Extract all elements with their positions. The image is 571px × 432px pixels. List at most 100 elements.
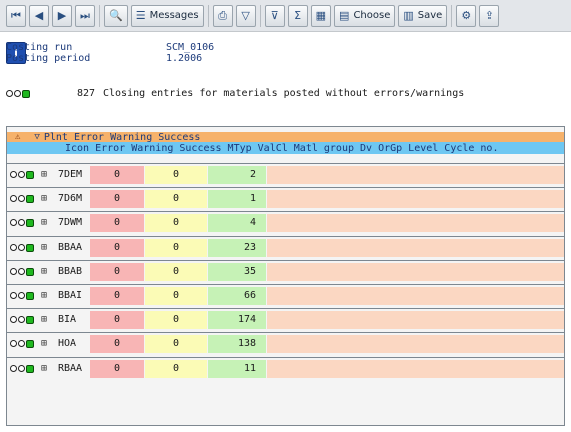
table-row[interactable]: ⊞ HOA 0 0 138 — [7, 332, 564, 354]
magnifier-icon: 🔍 — [109, 9, 123, 22]
costing-run-row: Costing run SCM_0106 — [6, 42, 214, 53]
table-row[interactable]: ⊞ 7DWM 0 0 4 — [7, 211, 564, 233]
filter-icon[interactable]: ▽ — [34, 132, 39, 142]
table-row[interactable]: ⊞ 7D6M 0 0 1 — [7, 187, 564, 209]
choose-button-label: Choose — [353, 10, 391, 21]
error-count-cell: 0 — [90, 310, 144, 329]
material-list-icon[interactable]: ⊞ — [36, 242, 52, 253]
error-count-cell: 0 — [90, 262, 144, 281]
traffic-light-green-icon — [10, 315, 36, 324]
sum-button[interactable]: Σ — [287, 4, 308, 27]
empty-detail-cell — [267, 310, 564, 329]
results-grid: ⚠ ▽ Plnt Error Warning Success Icon Erro… — [6, 126, 565, 426]
first-page-icon: ⏮ — [11, 8, 21, 22]
warning-count-cell: 0 — [145, 286, 207, 305]
toolbar-separator — [99, 4, 100, 27]
next-page-button[interactable]: ▶ — [52, 4, 72, 27]
success-count-cell: 2 — [208, 165, 266, 184]
settings-icon: ⚙ — [461, 9, 472, 22]
plant-cell: RBAA — [58, 363, 83, 374]
table-row[interactable]: ⊞ RBAA 0 0 11 — [7, 357, 564, 379]
warning-count-cell: 0 — [145, 262, 207, 281]
plant-cell: 7DEM — [58, 169, 83, 180]
material-list-icon[interactable]: ⊞ — [36, 266, 52, 277]
grid-header-row-1: ⚠ ▽ Plnt Error Warning Success — [7, 131, 564, 143]
success-count-cell: 66 — [208, 286, 266, 305]
previous-page-button[interactable]: ◀ — [29, 4, 49, 27]
print-button[interactable]: ⎙ — [212, 4, 233, 27]
run-info: Costing run SCM_0106 Posting period 1.20… — [6, 42, 214, 64]
material-list-icon[interactable]: ⊞ — [36, 217, 52, 228]
warning-count-cell: 0 — [145, 359, 207, 378]
success-count-cell: 138 — [208, 334, 266, 353]
empty-detail-cell — [267, 213, 564, 232]
filter-button[interactable]: ▽ — [235, 4, 256, 27]
warning-count-cell: 0 — [145, 334, 207, 353]
traffic-light-green-icon — [10, 364, 36, 373]
next-page-icon: ▶ — [57, 9, 67, 22]
warning-icon[interactable]: ⚠ — [15, 132, 20, 142]
material-list-icon[interactable]: ⊞ — [36, 363, 52, 374]
messages-icon: ☰ — [135, 9, 146, 22]
layout-button[interactable]: ▦ — [310, 4, 332, 27]
save-button-label: Save — [417, 10, 443, 21]
table-row[interactable]: ⊞ BBAB 0 0 35 — [7, 260, 564, 282]
plant-cell: BIA — [58, 314, 77, 325]
material-list-icon[interactable]: ⊞ — [36, 169, 52, 180]
last-page-button[interactable]: ⏭ — [75, 4, 95, 27]
error-count-cell: 0 — [90, 189, 144, 208]
error-count-cell: 0 — [90, 213, 144, 232]
layout-icon: ▦ — [315, 9, 327, 22]
traffic-light-green-icon — [10, 170, 36, 179]
summary-line: 827 Closing entries for materials posted… — [6, 88, 464, 99]
posting-period-value: 1.2006 — [166, 53, 203, 64]
plant-cell: 7D6M — [58, 193, 83, 204]
warning-count-cell: 0 — [145, 189, 207, 208]
warning-count-cell: 0 — [145, 165, 207, 184]
header-row-1-text: Plnt Error Warning Success — [43, 131, 201, 143]
toolbar-separator — [259, 4, 261, 27]
empty-detail-cell — [267, 334, 564, 353]
material-list-icon[interactable]: ⊞ — [36, 193, 52, 204]
filter-options-icon: ⊽ — [270, 9, 279, 22]
table-row[interactable]: ⊞ BIA 0 0 174 — [7, 308, 564, 330]
summary-message: Closing entries for materials posted wit… — [103, 88, 465, 99]
first-page-button[interactable]: ⏮ — [6, 4, 26, 27]
plant-cell: BBAI — [58, 290, 83, 301]
save-button[interactable]: ▥ Save — [398, 4, 448, 27]
filter-icon: ▽ — [241, 9, 250, 22]
table-row[interactable]: ⊞ 7DEM 0 0 2 — [7, 163, 564, 185]
traffic-light-green-icon — [10, 243, 36, 252]
export-button[interactable]: ⇪ — [479, 4, 500, 27]
settings-button[interactable]: ⚙ — [456, 4, 477, 27]
material-list-icon[interactable]: ⊞ — [36, 314, 52, 325]
save-layout-icon: ▥ — [403, 9, 414, 22]
error-count-cell: 0 — [90, 238, 144, 257]
choose-layout-icon: ▤ — [339, 9, 350, 22]
traffic-light-green-icon — [10, 194, 36, 203]
messages-button[interactable]: ☰ Messages — [130, 4, 204, 27]
traffic-light-green-icon — [10, 291, 36, 300]
costing-run-label: Costing run — [6, 42, 73, 53]
export-icon: ⇪ — [484, 9, 494, 22]
find-button[interactable]: 🔍 — [104, 4, 128, 27]
posting-period-row: Posting period 1.2006 — [6, 53, 214, 64]
success-count-cell: 174 — [208, 310, 266, 329]
warning-count-cell: 0 — [145, 213, 207, 232]
table-row[interactable]: ⊞ BBAA 0 0 23 — [7, 236, 564, 258]
error-count-cell: 0 — [90, 286, 144, 305]
empty-detail-cell — [267, 189, 564, 208]
empty-detail-cell — [267, 262, 564, 281]
empty-detail-cell — [267, 165, 564, 184]
table-row[interactable]: ⊞ BBAI 0 0 66 — [7, 284, 564, 306]
material-list-icon[interactable]: ⊞ — [36, 290, 52, 301]
summary-count: 827 — [76, 88, 95, 99]
costing-run-value: SCM_0106 — [166, 42, 215, 53]
filter-options-button[interactable]: ⊽ — [264, 4, 285, 27]
plant-cell: 7DWM — [58, 217, 83, 228]
traffic-light-green-icon — [6, 89, 31, 98]
messages-button-label: Messages — [149, 10, 199, 21]
printer-icon: ⎙ — [218, 8, 228, 22]
material-list-icon[interactable]: ⊞ — [36, 338, 52, 349]
choose-button[interactable]: ▤ Choose — [334, 4, 396, 27]
